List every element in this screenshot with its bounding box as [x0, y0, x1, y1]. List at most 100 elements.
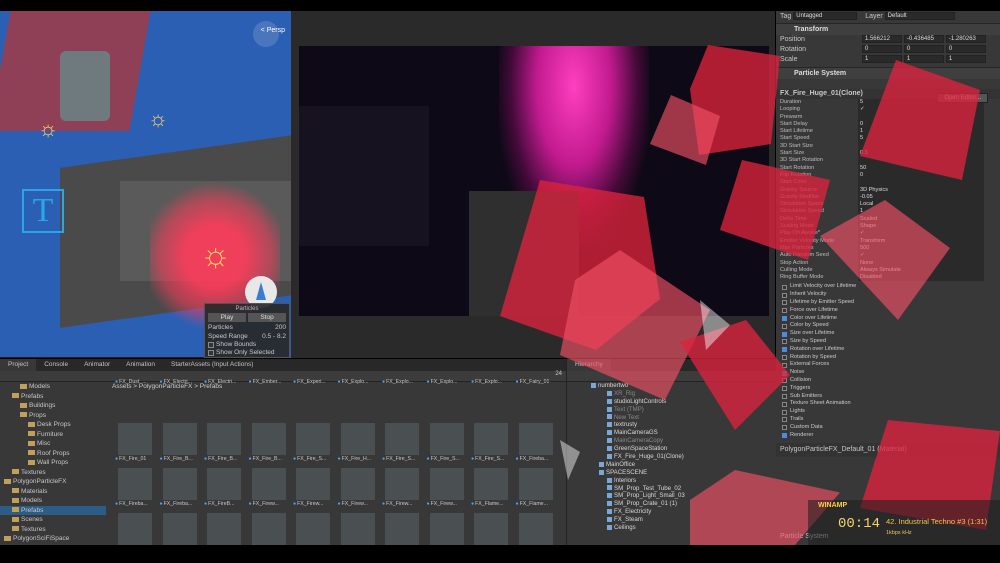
asset-item[interactable]: FX_Firew... [427, 468, 467, 508]
module-checkbox[interactable] [782, 432, 787, 438]
asset-item[interactable]: FX_Flame... [471, 468, 511, 508]
module-checkbox[interactable] [782, 354, 787, 360]
asset-item[interactable]: FX_Fire_S... [382, 423, 422, 463]
position-x-field[interactable]: 1.566212 [861, 35, 902, 44]
position-y-field[interactable]: -0.436485 [903, 35, 944, 44]
asset-item[interactable]: FX_Fire_B... [249, 423, 289, 463]
asset-item[interactable]: FX_Explo... [382, 378, 422, 386]
winamp-player[interactable]: WINAMP 00:14 42. Industrial Techno #3 (1… [808, 500, 1000, 545]
module-row[interactable]: Collision [776, 377, 1000, 385]
module-checkbox[interactable] [782, 417, 787, 423]
folder-item[interactable]: Desk Props [0, 420, 106, 430]
asset-item[interactable] [249, 513, 289, 545]
asset-item[interactable] [516, 513, 556, 545]
tab-starter-assets[interactable]: StarterAssets (Input Actions) [163, 359, 261, 371]
asset-item[interactable] [427, 513, 467, 545]
asset-item[interactable]: FX_Fairy_01 [516, 378, 556, 386]
module-row[interactable]: Triggers [776, 385, 1000, 393]
folder-item[interactable]: Buildings [0, 401, 106, 411]
property-value[interactable]: 3D Physics [858, 186, 984, 194]
module-checkbox[interactable] [782, 347, 787, 353]
module-checkbox[interactable] [782, 284, 787, 290]
layer-dropdown[interactable]: Default [884, 12, 955, 21]
orientation-gizmo[interactable] [253, 21, 279, 47]
asset-item[interactable]: FX_Firew... [293, 468, 333, 508]
module-checkbox[interactable] [782, 386, 787, 392]
stop-button[interactable]: Stop [248, 313, 286, 322]
show-only-selected-checkbox[interactable] [208, 350, 214, 356]
tag-dropdown[interactable]: Untagged [793, 12, 858, 21]
transform-header[interactable]: Transform [776, 23, 1000, 35]
module-row[interactable]: Sub Emitters [776, 393, 1000, 401]
light-icon[interactable]: ☼ [200, 236, 231, 275]
module-checkbox[interactable] [782, 300, 787, 306]
module-row[interactable]: Texture Sheet Animation [776, 400, 1000, 408]
folder-item[interactable]: PolygonParticleFX [0, 477, 106, 487]
asset-item[interactable] [115, 513, 155, 545]
folder-item[interactable]: Props [0, 411, 106, 421]
asset-item[interactable]: FX_Electri... [204, 378, 244, 386]
module-checkbox[interactable] [782, 409, 787, 415]
asset-item[interactable]: FX_Fire_S... [427, 423, 467, 463]
module-checkbox[interactable] [782, 316, 787, 321]
folder-item[interactable]: Prefabs [0, 392, 106, 402]
asset-item[interactable] [204, 513, 244, 545]
module-row[interactable]: Rotation by Speed [776, 354, 1000, 362]
rotation-z-field[interactable]: 0 [945, 45, 986, 54]
asset-item[interactable]: FX_Fire_01 [115, 423, 155, 463]
module-checkbox[interactable] [782, 331, 787, 337]
asset-item[interactable] [293, 513, 333, 545]
light-icon[interactable]: ☼ [38, 116, 58, 142]
folder-item[interactable]: PolygonSciFiSpace [0, 534, 106, 544]
asset-item[interactable]: FX_Dust_... [115, 378, 155, 386]
asset-item[interactable]: FX_Firew... [249, 468, 289, 508]
module-checkbox[interactable] [782, 292, 787, 298]
asset-item[interactable]: FX_FireB... [204, 468, 244, 508]
rotation-x-field[interactable]: 0 [861, 45, 902, 54]
rotation-y-field[interactable]: 0 [903, 45, 944, 54]
tab-project[interactable]: Project [0, 359, 37, 371]
folder-item[interactable]: Materials [0, 487, 106, 497]
folder-item[interactable]: Roof Props [0, 449, 106, 459]
play-button[interactable]: Play [208, 313, 246, 322]
text-object-icon[interactable]: T [22, 189, 64, 233]
property-value[interactable] [858, 179, 984, 187]
asset-item[interactable]: FX_Fireba... [115, 468, 155, 508]
module-row[interactable]: Rotation over Lifetime [776, 346, 1000, 354]
hierarchy-item[interactable]: MainCameraCopy [567, 437, 776, 445]
folder-item[interactable]: Wall Props [0, 458, 106, 468]
show-bounds-checkbox[interactable] [208, 342, 214, 348]
asset-item[interactable]: FX_Flame... [516, 468, 556, 508]
module-row[interactable]: Color over Lifetime [776, 315, 1000, 323]
folder-item[interactable]: Scenes [0, 515, 106, 525]
asset-item[interactable]: FX_Experi... [293, 378, 333, 386]
light-icon[interactable]: ☼ [148, 106, 168, 132]
module-row[interactable]: External Forces [776, 361, 1000, 369]
folder-item[interactable]: Models [0, 382, 106, 392]
asset-item[interactable]: FX_Fireba... [160, 468, 200, 508]
asset-item[interactable] [160, 513, 200, 545]
folder-item[interactable]: Furniture [0, 430, 106, 440]
tab-animator[interactable]: Animator [76, 359, 118, 371]
module-checkbox[interactable] [782, 308, 787, 314]
folder-item[interactable]: Misc [0, 439, 106, 449]
asset-item[interactable] [338, 513, 378, 545]
asset-item[interactable]: FX_Firew... [382, 468, 422, 508]
asset-item[interactable]: FX_Explo... [338, 378, 378, 386]
property-value[interactable]: -0.05 [858, 193, 984, 202]
hierarchy-item[interactable]: GreenSpaceStation [567, 445, 776, 453]
folder-item[interactable]: Textures [0, 525, 106, 535]
asset-item[interactable]: FX_Ember... [249, 378, 289, 386]
module-row[interactable]: Size by Speed [776, 338, 1000, 346]
hierarchy-item[interactable]: MainCameraGS [567, 429, 776, 437]
asset-item[interactable]: FX_Firew... [338, 468, 378, 508]
particle-system-header[interactable]: Particle System [776, 67, 1000, 79]
module-checkbox[interactable] [782, 339, 787, 345]
hierarchy-item[interactable]: FX_Fire_Huge_01(Clone) [567, 453, 776, 461]
folder-item[interactable]: Prefabs [0, 505, 106, 515]
asset-item[interactable]: FX_Explo... [427, 378, 467, 386]
module-checkbox[interactable] [782, 393, 787, 399]
module-checkbox[interactable] [782, 401, 787, 407]
scale-z-field[interactable]: 1 [945, 55, 986, 64]
hierarchy-item[interactable]: MainOffice [567, 461, 776, 469]
